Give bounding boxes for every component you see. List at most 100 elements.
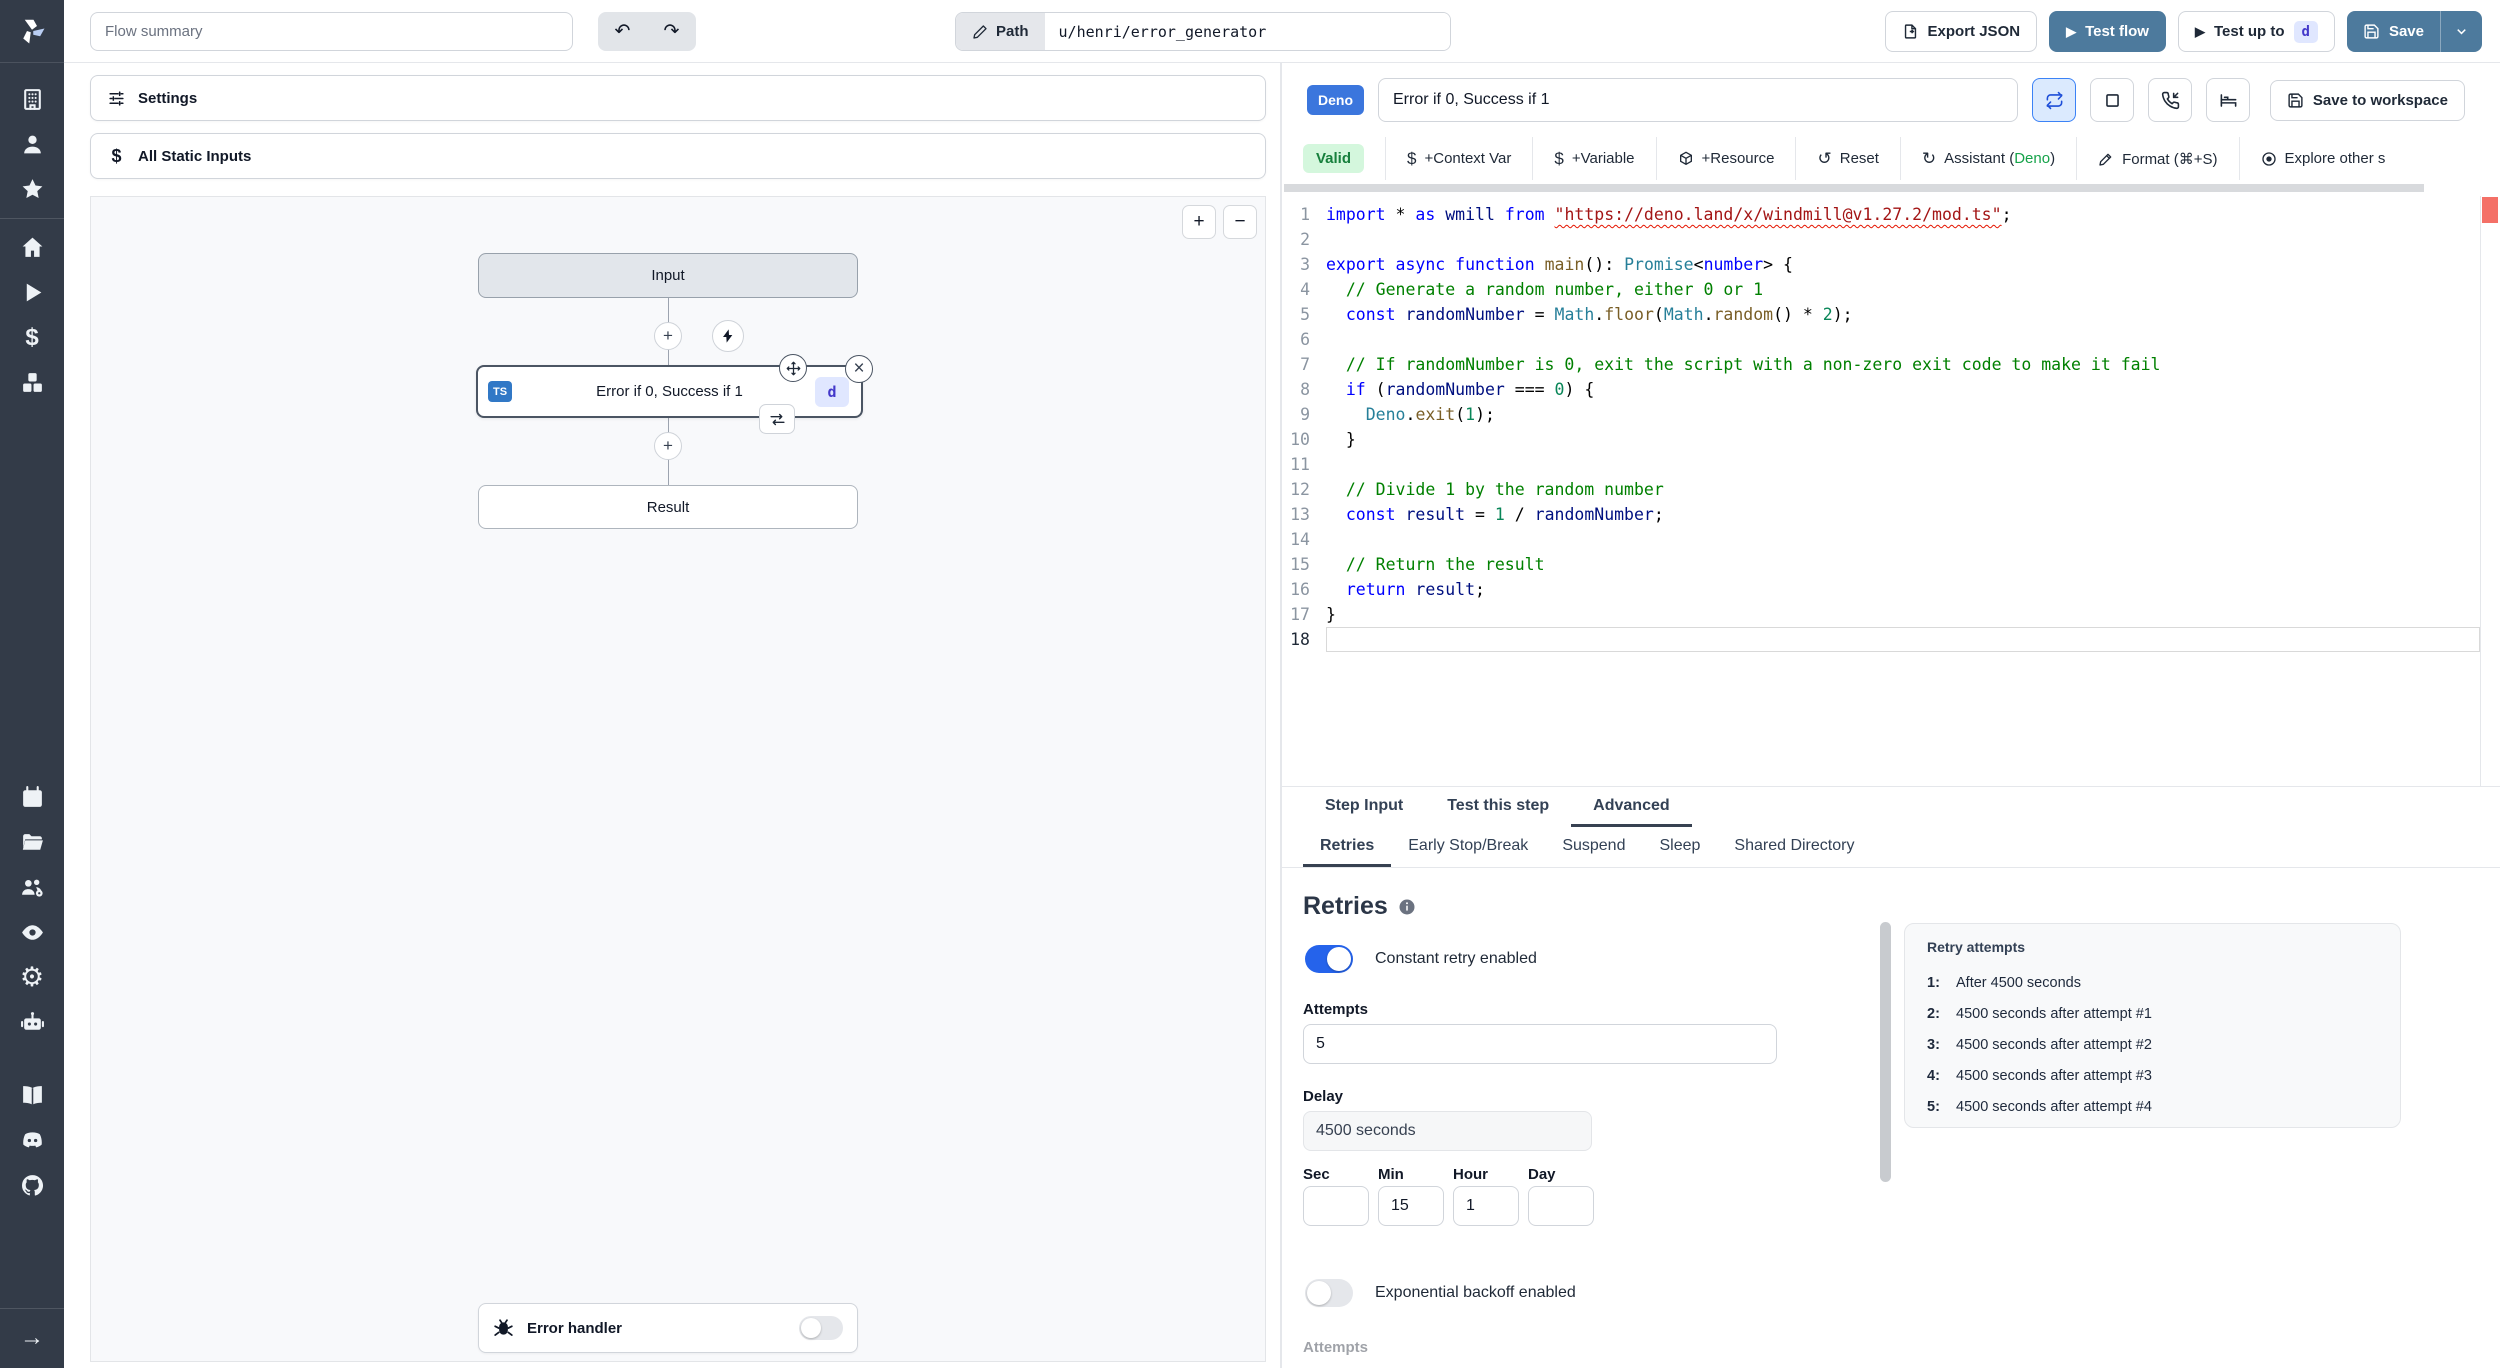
flow-canvas[interactable]: + − Input + TS Error if 0, Success if 1 … xyxy=(90,196,1266,1362)
step-name-input[interactable] xyxy=(1378,78,2018,122)
explore-scripts-button[interactable]: Explore other s xyxy=(2238,137,2407,180)
tab-advanced[interactable]: Advanced xyxy=(1571,787,1692,827)
insert-step-button[interactable]: + xyxy=(654,322,682,350)
swap-step-button[interactable] xyxy=(759,404,795,434)
subtab-retries[interactable]: Retries xyxy=(1303,827,1392,867)
sleep-button[interactable] xyxy=(2206,78,2250,122)
error-handler-toggle[interactable] xyxy=(799,1316,843,1340)
zoom-out-button[interactable]: − xyxy=(1223,205,1257,239)
save-menu-button[interactable] xyxy=(2440,11,2482,52)
sidebar-item-home[interactable] xyxy=(0,225,64,270)
tab-step-input[interactable]: Step Input xyxy=(1303,787,1425,827)
language-badge: Deno xyxy=(1307,85,1364,115)
info-icon[interactable] xyxy=(1398,898,1416,916)
path-value[interactable]: u/henri/error_generator xyxy=(1044,13,1450,50)
insert-step-button[interactable]: + xyxy=(654,432,682,460)
sidebar-item-docs[interactable] xyxy=(0,1073,64,1118)
scrollbar-thumb[interactable] xyxy=(1880,922,1891,1182)
assistant-button[interactable]: ↻ Assistant (Deno) xyxy=(1899,137,2076,180)
delay-input[interactable] xyxy=(1303,1111,1592,1151)
sidebar-item-resources[interactable] xyxy=(0,360,64,405)
phone-incoming-icon xyxy=(2161,91,2179,109)
suspend-button[interactable] xyxy=(2148,78,2192,122)
sec-label: Sec xyxy=(1303,1166,1330,1183)
redo-button[interactable]: ↷ xyxy=(647,12,696,51)
calendar-icon xyxy=(22,786,42,807)
save-button[interactable]: Save xyxy=(2347,11,2440,52)
save-to-workspace-button[interactable]: Save to workspace xyxy=(2269,79,2465,121)
add-context-var-button[interactable]: $ +Context Var xyxy=(1385,137,1532,180)
brush-icon xyxy=(2099,153,2112,166)
attempts-input[interactable] xyxy=(1303,1024,1777,1064)
min-input[interactable] xyxy=(1378,1186,1444,1226)
refresh-icon: ↻ xyxy=(1921,149,1937,168)
subtab-suspend[interactable]: Suspend xyxy=(1545,827,1642,867)
sec-input[interactable] xyxy=(1303,1186,1369,1226)
move-step-button[interactable] xyxy=(779,354,807,382)
retry-attempt-row: 3: 4500 seconds after attempt #2 xyxy=(1927,1036,2152,1053)
sidebar-item-audit[interactable] xyxy=(0,910,64,955)
sidebar-item-workspace[interactable] xyxy=(0,77,64,122)
editor-resize-handle[interactable] xyxy=(1284,184,2424,192)
retry-attempt-row: 4: 4500 seconds after attempt #3 xyxy=(1927,1067,2152,1084)
flow-summary-input[interactable] xyxy=(90,12,573,51)
export-json-button[interactable]: Export JSON xyxy=(1884,11,2038,52)
all-static-inputs-button[interactable]: $ All Static Inputs xyxy=(90,133,1266,179)
flow-node-result[interactable]: Result xyxy=(478,485,858,529)
sidebar-item-runs[interactable] xyxy=(0,270,64,315)
early-stop-button[interactable] xyxy=(2090,78,2134,122)
tab-test-this-step[interactable]: Test this step xyxy=(1425,787,1571,827)
trigger-button[interactable] xyxy=(712,320,744,352)
subtab-shared-directory[interactable]: Shared Directory xyxy=(1717,827,1871,867)
reset-button[interactable]: ↺ Reset xyxy=(1795,137,1899,180)
dollar-icon: $ xyxy=(1407,149,1417,168)
step-header: Deno Save to workspace xyxy=(1307,78,2465,122)
undo-redo-group: ↶ ↷ xyxy=(598,12,696,51)
add-variable-button[interactable]: $ +Variable xyxy=(1532,137,1655,180)
error-handler-card[interactable]: Error handler xyxy=(478,1303,858,1353)
path-field[interactable]: Path u/henri/error_generator xyxy=(955,12,1451,51)
retries-indicator-button[interactable] xyxy=(2032,78,2076,122)
sidebar-item-schedules[interactable] xyxy=(0,775,64,820)
sidebar-item-workers[interactable] xyxy=(0,1000,64,1045)
dollar-icon: $ xyxy=(111,145,122,166)
app-sidebar: $ ⚙ → xyxy=(0,0,64,1368)
sidebar-item-folders[interactable] xyxy=(0,820,64,865)
test-flow-button[interactable]: ▶ Test flow xyxy=(2049,11,2166,52)
format-button[interactable]: Format (⌘+S) xyxy=(2076,137,2238,180)
day-label: Day xyxy=(1528,1166,1556,1183)
code-lines: 1 import * as wmill from "https://deno.la… xyxy=(1282,202,2480,652)
sidebar-item-github[interactable] xyxy=(0,1163,64,1208)
zoom-in-button[interactable]: + xyxy=(1182,205,1216,239)
add-resource-button[interactable]: +Resource xyxy=(1655,137,1796,180)
step-editor-panel: Deno Save to workspace Valid $+Context V… xyxy=(1282,63,2500,1368)
flow-node-input[interactable]: Input xyxy=(478,253,858,298)
delete-step-button[interactable]: × xyxy=(845,355,873,383)
flow-settings-button[interactable]: Settings xyxy=(90,75,1266,121)
sidebar-collapse-button[interactable]: → xyxy=(0,1315,64,1360)
undo-button[interactable]: ↶ xyxy=(598,12,647,51)
sidebar-item-favorites[interactable] xyxy=(0,167,64,212)
subtab-early-stop[interactable]: Early Stop/Break xyxy=(1391,827,1545,867)
day-input[interactable] xyxy=(1528,1186,1594,1226)
windmill-logo[interactable] xyxy=(0,0,64,63)
code-editor[interactable]: 1 import * as wmill from "https://deno.la… xyxy=(1282,196,2480,786)
star-icon xyxy=(22,179,42,199)
attempts-label: Attempts xyxy=(1303,1001,1369,1018)
valid-status: Valid xyxy=(1282,137,1385,180)
typescript-badge: TS xyxy=(488,381,512,402)
retry-attempt-row: 2: 4500 seconds after attempt #1 xyxy=(1927,1005,2152,1022)
eye-icon xyxy=(21,925,43,940)
constant-retry-toggle[interactable] xyxy=(1305,945,1353,973)
sidebar-item-settings[interactable]: ⚙ xyxy=(0,955,64,1000)
hour-input[interactable] xyxy=(1453,1186,1519,1226)
sidebar-item-user[interactable] xyxy=(0,122,64,167)
bug-icon xyxy=(494,1318,513,1336)
subtab-sleep[interactable]: Sleep xyxy=(1642,827,1717,867)
test-up-to-button[interactable]: ▶ Test up to d xyxy=(2177,11,2335,52)
sidebar-item-groups[interactable] xyxy=(0,865,64,910)
sidebar-item-discord[interactable] xyxy=(0,1118,64,1163)
sidebar-item-variables[interactable]: $ xyxy=(0,315,64,360)
exponential-backoff-toggle[interactable] xyxy=(1305,1279,1353,1307)
book-open-icon xyxy=(22,1086,42,1105)
